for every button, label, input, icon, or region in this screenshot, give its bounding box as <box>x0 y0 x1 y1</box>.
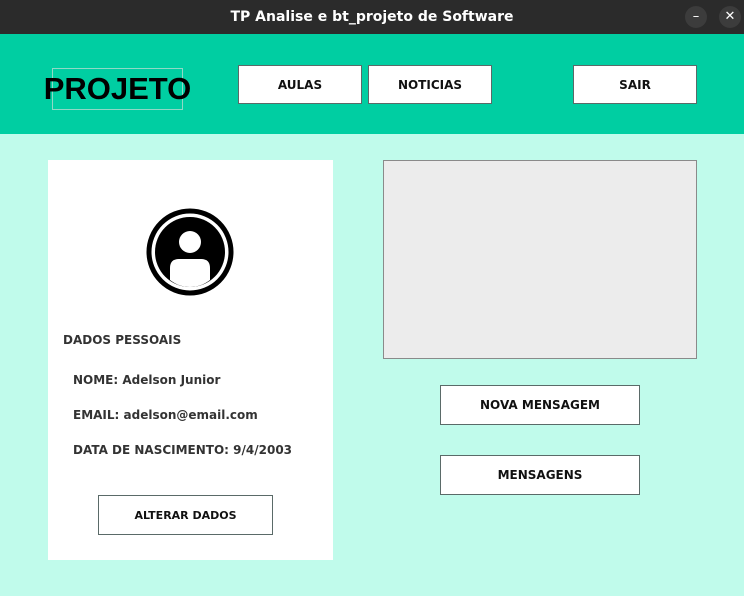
name-field: NOME: Adelson Junior <box>73 373 221 387</box>
window-titlebar: TP Analise e bt_projeto de Software – ✕ <box>0 0 744 34</box>
sair-button[interactable]: SAIR <box>573 65 697 104</box>
profile-card: DADOS PESSOAIS NOME: Adelson Junior EMAI… <box>48 160 333 560</box>
close-button[interactable]: ✕ <box>719 6 741 28</box>
user-avatar-icon <box>146 208 234 296</box>
birthdate-field: DATA DE NASCIMENTO: 9/4/2003 <box>73 443 293 457</box>
alter-data-button[interactable]: ALTERAR DADOS <box>98 495 273 535</box>
aulas-button[interactable]: AULAS <box>238 65 362 104</box>
window-title: TP Analise e bt_projeto de Software <box>230 9 514 25</box>
logo-text: PROJETO <box>44 68 191 110</box>
minimize-button[interactable]: – <box>685 6 707 28</box>
noticias-button[interactable]: NOTICIAS <box>368 65 492 104</box>
app-header: PROJETO AULAS NOTICIAS SAIR <box>0 34 744 134</box>
messages-button[interactable]: MENSAGENS <box>440 455 640 495</box>
new-message-button[interactable]: NOVA MENSAGEM <box>440 385 640 425</box>
message-display-area <box>383 160 697 359</box>
personal-data-heading: DADOS PESSOAIS <box>63 333 182 347</box>
email-field: EMAIL: adelson@email.com <box>73 408 258 422</box>
